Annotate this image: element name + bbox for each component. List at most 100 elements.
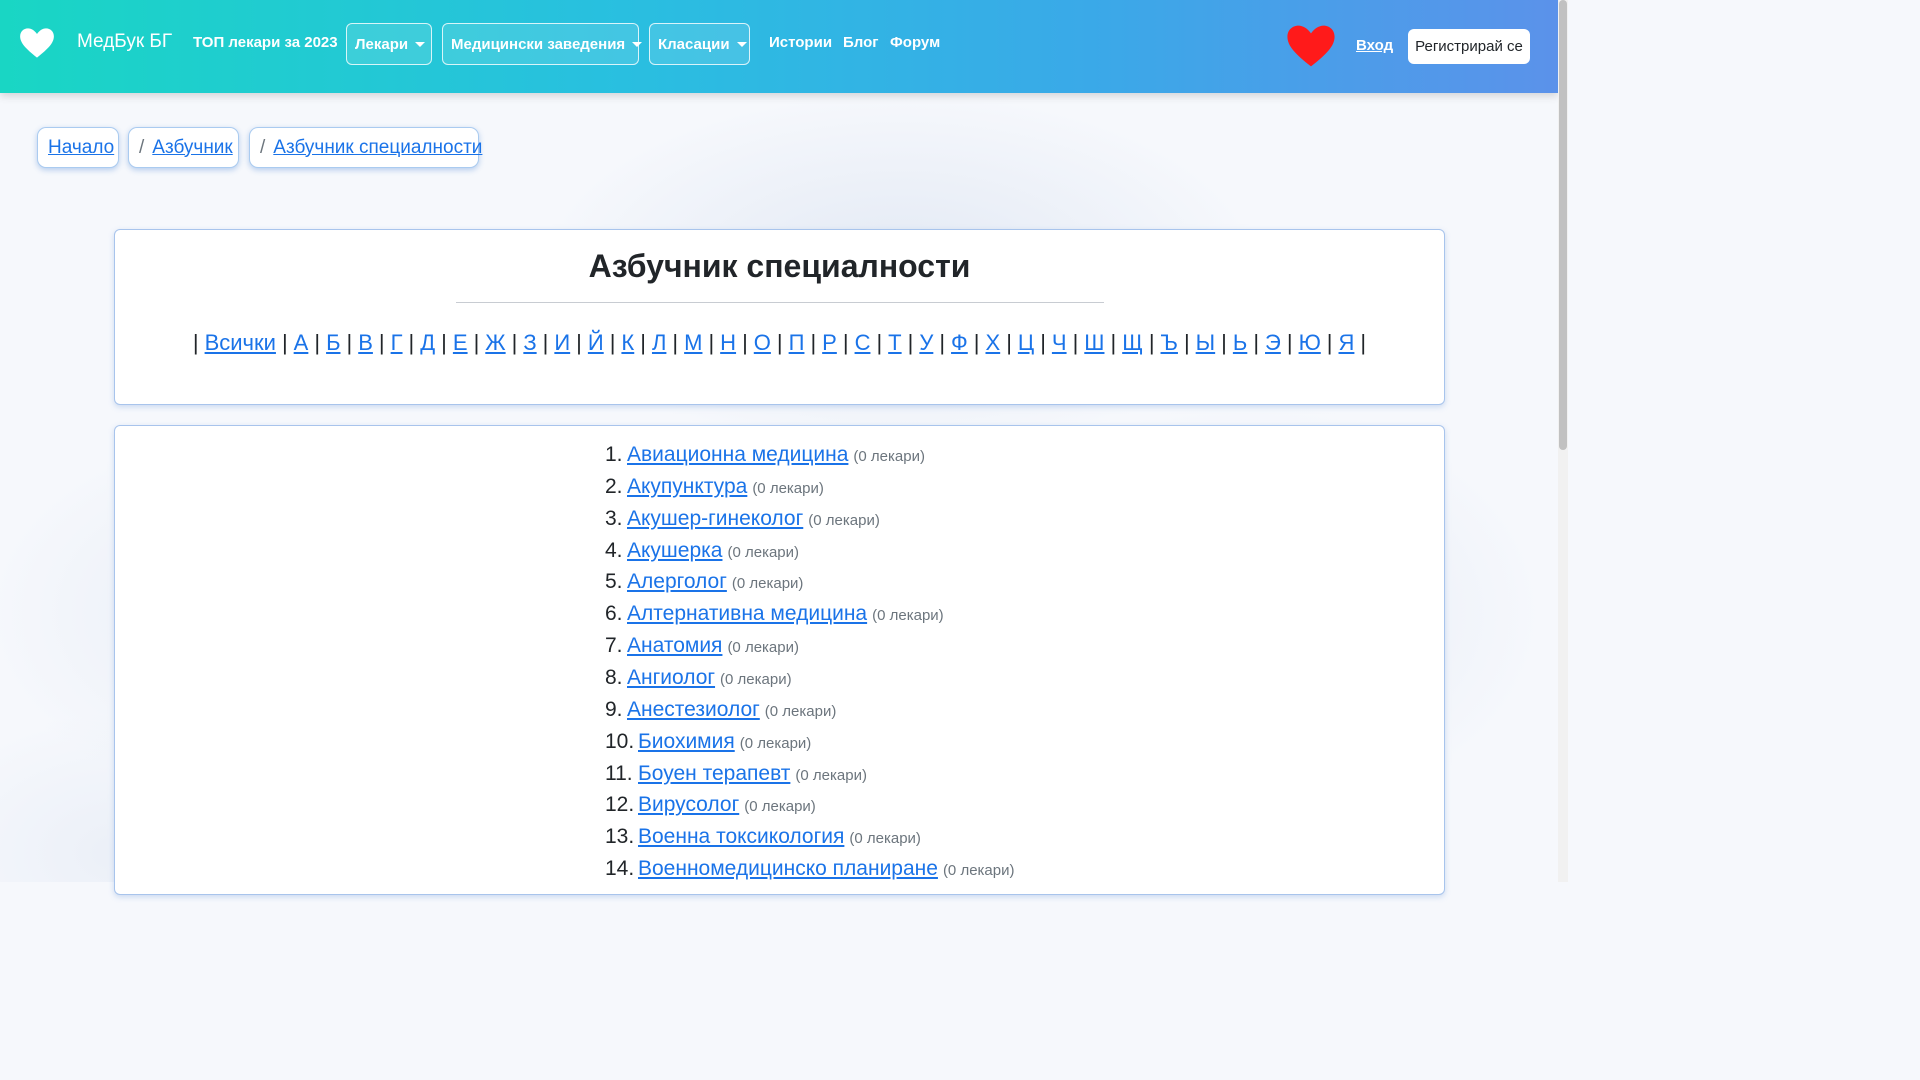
alphabet-letter-link[interactable]: Ц	[1018, 330, 1034, 355]
nav-top-doctors[interactable]: ТОП лекари за 2023	[193, 34, 338, 51]
alphabet-separator: |	[708, 330, 715, 355]
alphabet-letter-link[interactable]: Т	[888, 330, 901, 355]
specialty-link[interactable]: Анестезиолог	[627, 698, 760, 722]
specialty-link[interactable]: Акупунктура	[627, 475, 747, 499]
alphabet-letter-link[interactable]: Ъ	[1161, 330, 1178, 355]
alphabet-letter-link[interactable]: Д	[420, 330, 435, 355]
nav-blog[interactable]: Блог	[843, 34, 879, 51]
nav-dropdown-doctors[interactable]: Лекари	[346, 23, 432, 65]
breadcrumb-home-link[interactable]: Начало	[48, 137, 114, 159]
alphabet-letter-link[interactable]: Л	[652, 330, 666, 355]
alphabet-letter-link[interactable]: Н	[720, 330, 736, 355]
alphabet-letter-link[interactable]: С	[855, 330, 871, 355]
alphabet-letter-link[interactable]: З	[523, 330, 536, 355]
breadcrumb-current-link[interactable]: Азбучник специалности	[273, 137, 482, 159]
specialty-number: 6.	[605, 602, 623, 626]
specialty-list-item: 6. Алтернативна медицина (0 лекари)	[605, 602, 944, 634]
alphabet-separator: |	[346, 330, 353, 355]
specialty-list-item: 2. Акупунктура (0 лекари)	[605, 475, 824, 507]
nav-forum[interactable]: Форум	[890, 34, 940, 51]
alphabet-letter-link[interactable]: Ы	[1196, 330, 1215, 355]
alphabet-separator: |	[1253, 330, 1260, 355]
alphabet-letter-link[interactable]: М	[684, 330, 702, 355]
alphabet-letter-link[interactable]: Щ	[1122, 330, 1143, 355]
alphabet-separator: |	[511, 330, 518, 355]
specialty-link[interactable]: Алерголог	[627, 570, 727, 594]
specialty-list-item: 11. Боуен терапевт (0 лекари)	[605, 762, 867, 794]
specialty-link[interactable]: Анатомия	[627, 634, 722, 658]
specialty-number: 3.	[605, 506, 623, 530]
alphabet-all-link[interactable]: Всички	[205, 330, 276, 355]
alphabet-separator: |	[939, 330, 946, 355]
alphabet-letter-link[interactable]: П	[789, 330, 805, 355]
alphabet-letter-link[interactable]: В	[358, 330, 373, 355]
nav-dropdown-rankings[interactable]: Класации	[649, 23, 750, 65]
alphabet-letter-link[interactable]: Э	[1265, 330, 1281, 355]
page-scrollbar[interactable]	[1558, 0, 1568, 882]
register-button[interactable]: Регистрирай се	[1408, 29, 1530, 64]
alphabet-letter-link[interactable]: Х	[986, 330, 1001, 355]
alphabet-separator: |	[609, 330, 616, 355]
breadcrumb-current[interactable]: / Азбучник специалности	[249, 127, 482, 168]
title-divider	[456, 302, 1104, 303]
specialty-number: 14.	[605, 857, 635, 881]
specialty-list-item: 12. Вирусолог (0 лекари)	[605, 793, 816, 825]
specialty-doctor-count: (0 лекари)	[849, 830, 921, 848]
specialty-link[interactable]: Военна токсикология	[638, 825, 844, 849]
alphabet-letter-link[interactable]: Ж	[485, 330, 505, 355]
breadcrumb-home[interactable]: Начало	[37, 127, 119, 168]
specialty-doctor-count: (0 лекари)	[727, 639, 799, 657]
alphabet-letter-link[interactable]: Р	[822, 330, 837, 355]
alphabet-card: Азбучник специалности | Всички | А | Б | В | Г | Д |…	[114, 229, 1445, 405]
alphabet-letter-link[interactable]: Б	[326, 330, 340, 355]
alphabet-separator: |	[1072, 330, 1079, 355]
alphabet-letter-link[interactable]: Ч	[1052, 330, 1067, 355]
logo-heart-icon[interactable]	[19, 27, 55, 59]
brand-name[interactable]: МедБук БГ	[77, 31, 172, 53]
alphabet-letter-link[interactable]: Ф	[951, 330, 968, 355]
specialty-doctor-count: (0 лекари)	[727, 543, 800, 561]
scrollbar-thumb[interactable]	[1559, 0, 1567, 450]
alphabet-letter-link[interactable]: Ю	[1299, 330, 1321, 355]
alphabet-separator: |	[192, 330, 199, 355]
specialty-link[interactable]: Авиационна медицина	[627, 443, 848, 467]
alphabet-letter-link[interactable]: Ь	[1233, 330, 1247, 355]
alphabet-letter-link[interactable]: У	[919, 330, 933, 355]
specialty-link[interactable]: Акушер-гинеколог	[627, 507, 803, 531]
favorites-heart-icon[interactable]	[1283, 24, 1339, 68]
specialty-list-item: 13. Военна токсикология (0 лекари)	[605, 825, 921, 857]
specialty-doctor-count: (0 лекари)	[942, 862, 1015, 880]
alphabet-letter-link[interactable]: Я	[1339, 330, 1355, 355]
specialty-link[interactable]: Боуен терапевт	[638, 762, 790, 786]
alphabet-letter-link[interactable]: Е	[453, 330, 468, 355]
alphabet-letter-link[interactable]: Г	[391, 330, 403, 355]
breadcrumb-alphabet-link[interactable]: Азбучник	[152, 137, 232, 159]
specialty-doctor-count: (0 лекари)	[764, 702, 837, 720]
specialty-number: 12.	[605, 793, 635, 817]
specialty-doctor-count: (0 лекари)	[731, 575, 804, 593]
alphabet-separator: |	[1360, 330, 1367, 355]
specialty-list-card: 1. Авиационна медицина (0 лекари) 2. Акупунк…	[114, 425, 1445, 895]
alphabet-separator: |	[1110, 330, 1117, 355]
alphabet-letter-link[interactable]: К	[621, 330, 634, 355]
specialty-link[interactable]: Акушерка	[627, 539, 722, 563]
alphabet-letter-link[interactable]: А	[294, 330, 309, 355]
specialty-link[interactable]: Вирусолог	[638, 793, 739, 817]
alphabet-separator: |	[672, 330, 679, 355]
specialty-link[interactable]: Биохимия	[638, 730, 735, 754]
nav-dropdown-facilities[interactable]: Медицински заведения	[442, 23, 643, 65]
specialty-doctor-count: (0 лекари)	[795, 766, 867, 784]
alphabet-letter-link[interactable]: И	[554, 330, 570, 355]
breadcrumb-alphabet[interactable]: / Азбучник	[128, 127, 239, 168]
specialty-link[interactable]: Алтернативна медицина	[627, 602, 867, 626]
alphabet-separator: |	[876, 330, 883, 355]
specialty-link[interactable]: Военномедицинско планиране	[638, 857, 938, 881]
specialty-link[interactable]: Ангиолог	[627, 666, 715, 690]
alphabet-letter-link[interactable]: О	[754, 330, 771, 355]
specialty-number: 13.	[605, 825, 635, 849]
alphabet-letter-link[interactable]: Ш	[1084, 330, 1104, 355]
nav-stories[interactable]: Истории	[769, 34, 832, 51]
specialty-doctor-count: (0 лекари)	[744, 798, 816, 816]
alphabet-letter-link[interactable]: Й	[588, 330, 604, 355]
login-link[interactable]: Вход	[1356, 37, 1393, 54]
